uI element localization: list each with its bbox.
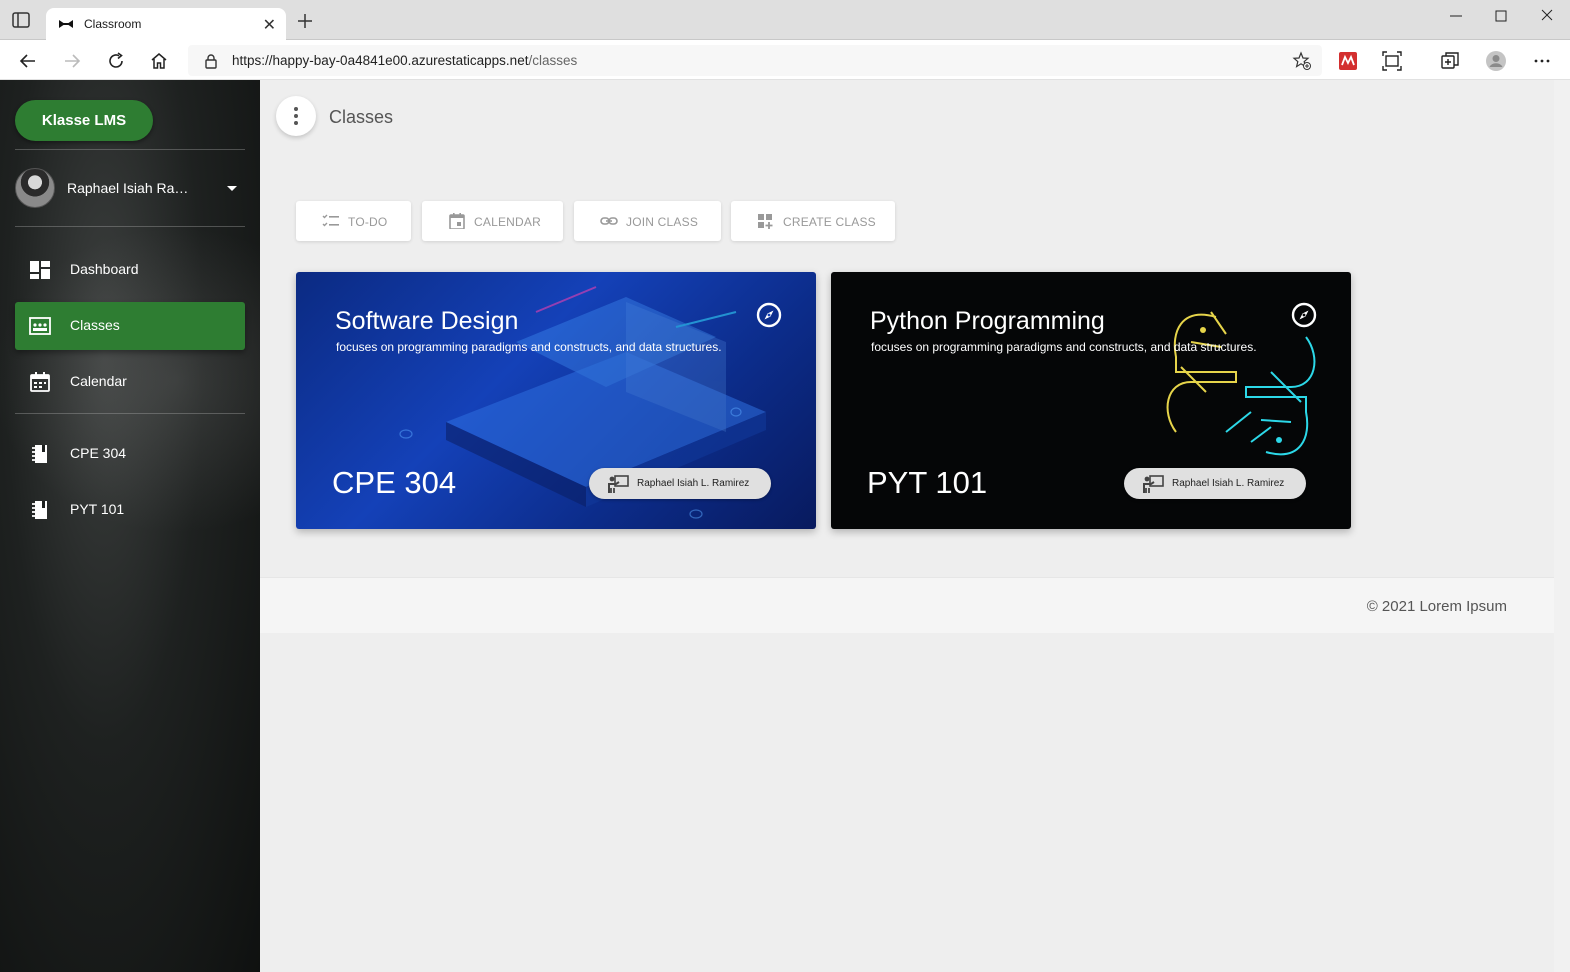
page-scrollbar[interactable]	[1554, 80, 1570, 972]
create-class-button-label: CREATE CLASS	[783, 215, 876, 229]
url-host: https://happy-bay-0a4841e00.azurestatica…	[232, 53, 529, 68]
new-tab-icon[interactable]	[296, 12, 314, 30]
class-card[interactable]: Software Design focuses on programming p…	[296, 272, 816, 529]
browser-tab-bar: Classroom ✕	[0, 0, 1570, 41]
sidebar: Klasse LMS Raphael Isiah Rami... Dashboa…	[0, 80, 260, 972]
user-menu[interactable]: Raphael Isiah Rami...	[15, 168, 245, 212]
create-grid-icon	[758, 214, 773, 229]
teacher-chip[interactable]: Raphael Isiah L. Ramirez	[589, 468, 771, 499]
sidebar-item-cpe-304[interactable]: CPE 304	[15, 430, 245, 478]
collections-icon[interactable]	[1439, 50, 1461, 72]
tab-favicon-icon	[59, 20, 73, 28]
refresh-icon[interactable]	[106, 51, 126, 71]
more-options-button[interactable]	[276, 96, 316, 136]
forward-icon[interactable]	[62, 51, 82, 71]
sidebar-item-dashboard[interactable]: Dashboard	[15, 246, 245, 294]
profile-avatar-icon[interactable]	[1485, 50, 1507, 72]
footer: © 2021 Lorem Ipsum	[260, 577, 1554, 633]
class-title: Software Design	[335, 307, 519, 335]
extension-icon[interactable]	[1337, 50, 1359, 72]
class-description: focuses on programming paradigms and con…	[336, 340, 722, 354]
avatar	[15, 168, 55, 208]
dot	[294, 107, 298, 111]
tab-close-icon[interactable]: ✕	[263, 15, 276, 35]
calendar-button-label: CALENDAR	[474, 215, 541, 229]
sidebar-divider	[15, 226, 245, 227]
browser-tab[interactable]: Classroom ✕	[46, 8, 286, 41]
sidebar-item-calendar[interactable]: Calendar	[15, 358, 245, 406]
sidebar-item-label: PYT 101	[70, 501, 125, 517]
teacher-name: Raphael Isiah L. Ramirez	[1172, 478, 1285, 489]
maximize-icon[interactable]	[1489, 6, 1513, 26]
user-name: Raphael Isiah Rami...	[67, 180, 197, 196]
teacher-icon	[1143, 475, 1164, 493]
tab-title: Classroom	[84, 17, 142, 31]
class-title: Python Programming	[870, 307, 1105, 335]
create-class-button[interactable]: CREATE CLASS	[731, 201, 895, 241]
class-code: CPE 304	[332, 465, 457, 500]
sidebar-item-label: Dashboard	[70, 261, 139, 277]
classes-icon	[29, 317, 51, 335]
address-bar[interactable]: https://happy-bay-0a4841e00.azurestatica…	[188, 45, 1322, 76]
calendar-button[interactable]: CALENDAR	[422, 201, 563, 241]
lock-icon[interactable]	[204, 53, 218, 69]
url-path: /classes	[528, 53, 578, 68]
app-root: Klasse LMS Raphael Isiah Rami... Dashboa…	[0, 80, 1570, 972]
dashboard-icon	[30, 261, 50, 279]
compass-icon[interactable]	[756, 302, 782, 328]
copyright-text: © 2021 Lorem Ipsum	[1366, 598, 1507, 615]
sidebar-item-label: Classes	[70, 317, 120, 333]
todo-button[interactable]: TO-DO	[296, 201, 411, 241]
page-title: Classes	[329, 107, 394, 127]
brand-button[interactable]: Klasse LMS	[15, 100, 153, 141]
dot	[294, 114, 298, 118]
close-window-icon[interactable]	[1535, 6, 1559, 26]
calendar-icon	[30, 372, 50, 392]
sidebar-item-label: CPE 304	[70, 445, 127, 461]
calendar-icon	[449, 213, 465, 229]
join-class-button-label: JOIN CLASS	[626, 215, 699, 229]
address-toolbar: https://happy-bay-0a4841e00.azurestatica…	[0, 41, 1570, 80]
class-code: PYT 101	[867, 465, 988, 500]
teacher-icon	[608, 475, 629, 493]
minimize-icon[interactable]	[1444, 6, 1468, 26]
screenshot-icon[interactable]	[1381, 50, 1403, 72]
home-icon[interactable]	[149, 51, 169, 71]
todo-list-icon	[322, 214, 339, 227]
url-text[interactable]: https://happy-bay-0a4841e00.azurestatica…	[232, 53, 577, 68]
tab-actions-icon[interactable]	[12, 12, 30, 28]
class-description: focuses on programming paradigms and con…	[871, 340, 1257, 354]
teacher-chip[interactable]: Raphael Isiah L. Ramirez	[1124, 468, 1306, 499]
sidebar-item-label: Calendar	[70, 373, 127, 389]
sidebar-item-classes[interactable]: Classes	[15, 302, 245, 350]
class-card[interactable]: Python Programming focuses on programmin…	[831, 272, 1351, 529]
back-icon[interactable]	[18, 51, 38, 71]
book-icon	[32, 445, 47, 463]
teacher-name: Raphael Isiah L. Ramirez	[637, 478, 750, 489]
sidebar-divider	[15, 149, 245, 150]
add-favorite-icon[interactable]	[1292, 51, 1312, 71]
more-menu-icon[interactable]	[1531, 50, 1553, 72]
compass-icon[interactable]	[1291, 302, 1317, 328]
link-icon	[600, 217, 618, 225]
dot	[294, 121, 298, 125]
join-class-button[interactable]: JOIN CLASS	[574, 201, 721, 241]
sidebar-item-pyt-101[interactable]: PYT 101	[15, 486, 245, 534]
sidebar-divider	[15, 413, 245, 414]
todo-button-label: TO-DO	[348, 215, 388, 229]
book-icon	[32, 501, 47, 519]
chevron-down-icon[interactable]	[227, 186, 237, 191]
